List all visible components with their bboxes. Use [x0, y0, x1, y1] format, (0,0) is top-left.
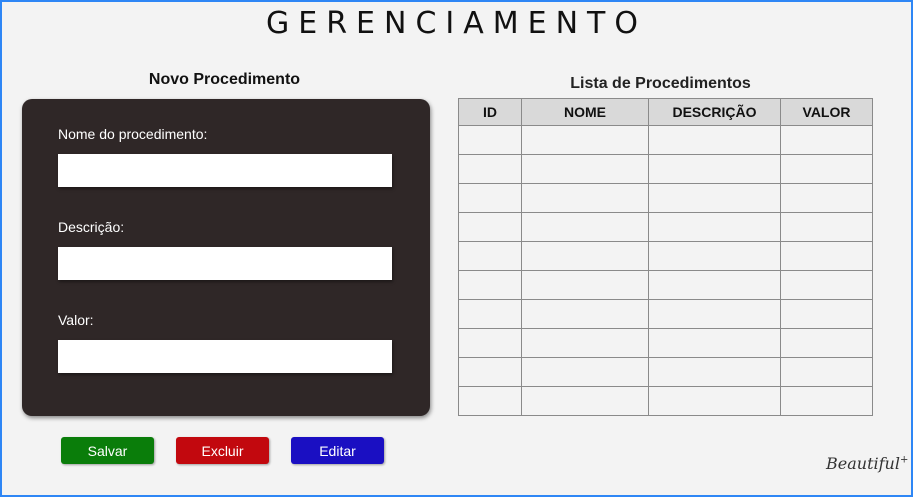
table-cell [521, 328, 649, 358]
table-cell [648, 357, 781, 387]
value-field-label: Valor: [58, 312, 94, 328]
table-cell [521, 183, 649, 213]
table-cell [521, 270, 649, 300]
table-cell [648, 328, 781, 358]
page-title: GERENCIAMENTO [266, 6, 647, 41]
signature-text: Beautiful [826, 454, 900, 473]
table-row[interactable] [458, 299, 873, 329]
table-body [458, 125, 873, 416]
table-row[interactable] [458, 270, 873, 300]
table-cell [458, 154, 522, 184]
table-cell [648, 241, 781, 271]
column-header-value[interactable]: VALOR [780, 98, 873, 126]
description-field[interactable] [58, 247, 392, 280]
value-field[interactable] [58, 340, 392, 373]
table-cell [780, 125, 873, 155]
table-cell [521, 299, 649, 329]
table-cell [458, 125, 522, 155]
table-cell [648, 125, 781, 155]
table-cell [780, 299, 873, 329]
table-cell [521, 154, 649, 184]
column-header-name[interactable]: NOME [521, 98, 649, 126]
table-row[interactable] [458, 212, 873, 242]
table-row[interactable] [458, 357, 873, 387]
table-cell [780, 212, 873, 242]
table-cell [458, 357, 522, 387]
table-cell [780, 154, 873, 184]
table-row[interactable] [458, 241, 873, 271]
sparkle-icon: + [899, 454, 909, 466]
table-cell [648, 154, 781, 184]
table-cell [780, 357, 873, 387]
table-cell [648, 299, 781, 329]
table-cell [458, 241, 522, 271]
table-cell [458, 212, 522, 242]
table-row[interactable] [458, 328, 873, 358]
column-header-id[interactable]: ID [458, 98, 522, 126]
column-header-description[interactable]: DESCRIÇÃO [648, 98, 781, 126]
table-cell [458, 328, 522, 358]
save-button[interactable]: Salvar [61, 437, 154, 464]
table-cell [780, 183, 873, 213]
name-field-label: Nome do procedimento: [58, 126, 208, 142]
table-cell [648, 183, 781, 213]
table-row[interactable] [458, 183, 873, 213]
table-cell [780, 241, 873, 271]
table-cell [648, 212, 781, 242]
table-cell [521, 357, 649, 387]
table-cell [458, 299, 522, 329]
signature-watermark: Beautiful+ [826, 454, 908, 473]
table-cell [521, 241, 649, 271]
table-cell [458, 386, 522, 416]
table-header-row: ID NOME DESCRIÇÃO VALOR [458, 98, 873, 126]
table-cell [780, 386, 873, 416]
table-cell [648, 270, 781, 300]
table-cell [521, 386, 649, 416]
table-cell [780, 270, 873, 300]
table-cell [780, 328, 873, 358]
procedure-form: Nome do procedimento: Descrição: Valor: [22, 99, 430, 416]
form-title: Novo Procedimento [148, 71, 301, 88]
edit-button[interactable]: Editar [291, 437, 384, 464]
table-row[interactable] [458, 125, 873, 155]
table-row[interactable] [458, 154, 873, 184]
table-cell [521, 212, 649, 242]
list-title: Lista de Procedimentos [570, 75, 751, 92]
delete-button[interactable]: Excluir [176, 437, 269, 464]
table-row[interactable] [458, 386, 873, 416]
table-cell [458, 183, 522, 213]
table-cell [648, 386, 781, 416]
table-cell [521, 125, 649, 155]
name-field[interactable] [58, 154, 392, 187]
table-cell [458, 270, 522, 300]
procedures-table: ID NOME DESCRIÇÃO VALOR [458, 98, 873, 416]
description-field-label: Descrição: [58, 219, 125, 235]
